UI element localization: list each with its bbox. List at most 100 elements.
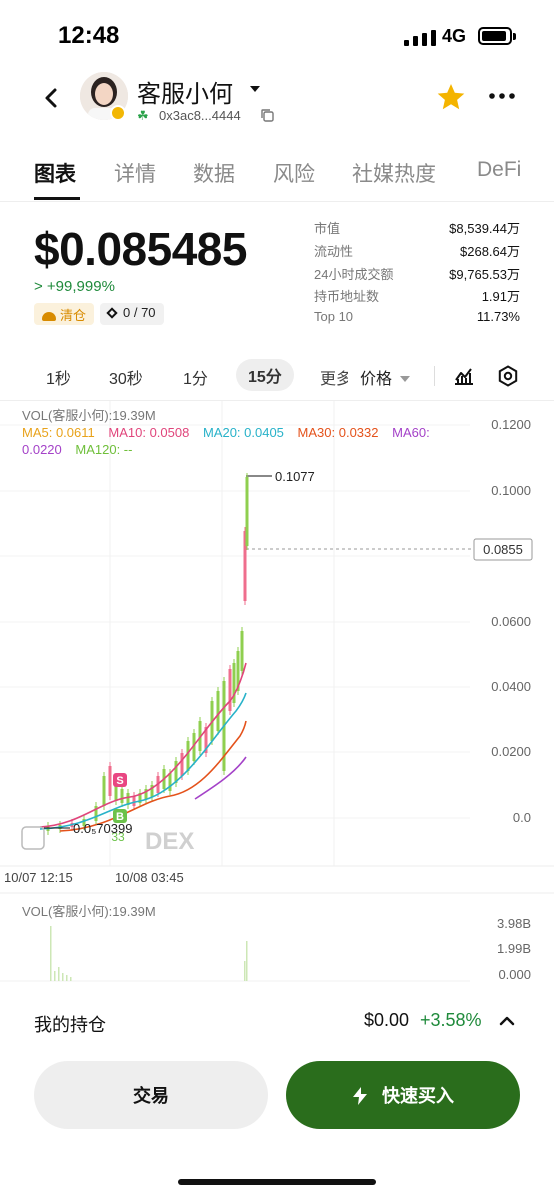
interval-1m[interactable]: 1分 (183, 365, 208, 389)
back-icon[interactable] (38, 84, 66, 112)
candle-body (168, 773, 172, 791)
quick-buy-button[interactable]: 快速买入 (286, 1061, 520, 1129)
stat-holders: 持币地址数 1.91万 (314, 286, 520, 309)
indicator-icon[interactable] (452, 364, 476, 388)
ma10-value: MA10: 0.0508 (108, 425, 190, 440)
candle-body (180, 753, 184, 776)
current-price: $0.085485 (34, 223, 247, 275)
price-type-label: 价格 (360, 371, 393, 388)
candle-body (108, 766, 112, 796)
ma5-value: MA5: 0.0611 (22, 425, 95, 440)
network-type: 4G (442, 26, 467, 46)
active-tab-indicator (34, 197, 80, 200)
chart-settings-icon[interactable] (496, 364, 520, 388)
stat-label: 持币地址数 (314, 289, 380, 305)
stat-value: $8,539.44万 (449, 221, 520, 236)
holder-count-label: 0 / 70 (123, 305, 156, 320)
sell-marker-label: S (116, 775, 123, 787)
volume-axis-label: 0.000 (498, 967, 531, 982)
volume-bar (70, 977, 72, 981)
holdings-change: +3.58% (420, 1010, 482, 1030)
ma120-value: MA120: -- (75, 442, 133, 457)
interval-1s[interactable]: 1秒 (46, 365, 71, 389)
ma-legend: VOL(客服小何):19.39M MA5: 0.0611 MA10: 0.050… (22, 407, 462, 458)
low-price-label: 0.0₅70399 (73, 821, 132, 836)
volume-bar (54, 971, 56, 981)
status-bar: 12:48 4G (0, 0, 554, 74)
stat-liquidity: 流动性 $268.64万 (314, 241, 520, 264)
section-tabs: 图表 详情 数据 风险 社媒热度 DeFi (0, 150, 554, 202)
favorite-star-icon[interactable] (436, 82, 466, 112)
tab-defi[interactable]: DeFi (477, 158, 521, 182)
ma-values: MA5: 0.0611 MA10: 0.0508 MA20: 0.0405 MA… (22, 424, 462, 458)
ma30-line (59, 720, 247, 832)
my-holdings[interactable]: 我的持仓 $0.00 +3.58% (0, 996, 554, 1052)
fullscreen-icon (21, 826, 45, 850)
price-type-select[interactable]: 价格 (360, 365, 411, 389)
price-chart[interactable]: 0.1200 0.1000 0.0600 0.0400 0.0200 0.0 0.0855 0… (0, 400, 554, 990)
token-header: 客服小何 ☘ 0x3ac8...4444 (0, 70, 554, 130)
price-change: > +99,999% (34, 278, 115, 295)
y-axis-label: 0.0600 (491, 614, 531, 629)
volume-axis-label: 1.99B (497, 941, 531, 956)
copy-icon[interactable] (260, 108, 274, 122)
diamond-icon (106, 307, 118, 319)
candle-body (228, 669, 232, 711)
tab-chart[interactable]: 图表 (34, 158, 76, 188)
holdings-label: 我的持仓 (34, 1015, 106, 1035)
quick-buy-label: 快速买入 (382, 1086, 454, 1106)
clear-position-badge[interactable]: 清仓 (34, 303, 95, 325)
y-axis-label: 0.0400 (491, 679, 531, 694)
stat-value: $268.64万 (460, 243, 520, 259)
interval-more[interactable]: 更多 (320, 365, 348, 389)
watermark: DEX (145, 828, 194, 855)
verified-badge-icon (110, 105, 126, 121)
stat-market-cap: 市值 $8,539.44万 (314, 218, 520, 241)
ma60-line (194, 756, 247, 800)
ma20-line (39, 692, 247, 830)
token-switch-caret-icon[interactable] (250, 86, 260, 92)
candle-body (216, 691, 220, 731)
holder-count-badge[interactable]: 0 / 70 (100, 303, 164, 325)
holdings-value: $0.00 (364, 1010, 410, 1030)
volume-bar (246, 941, 248, 981)
stat-value: 1.91万 (481, 289, 520, 305)
token-address[interactable]: 0x3ac8...4444 (159, 108, 241, 123)
volume-axis-label: 3.98B (497, 916, 531, 931)
volume-panel-title: VOL(客服小何):19.39M (22, 904, 156, 919)
candle-body (102, 776, 106, 806)
more-options-icon[interactable] (488, 92, 516, 100)
candle-body (240, 631, 244, 671)
y-axis-label: 0.0200 (491, 744, 531, 759)
interval-30s[interactable]: 30秒 (109, 365, 143, 389)
interval-15m[interactable]: 15分 (236, 359, 294, 391)
stat-label: 24小时成交额 (314, 266, 394, 282)
y-axis-label: 0.1000 (491, 483, 531, 498)
clear-position-label: 清仓 (60, 308, 87, 323)
stat-24h-volume: 24小时成交额 $9,765.53万 (314, 264, 520, 287)
tab-social[interactable]: 社媒热度 (352, 158, 436, 188)
tab-details[interactable]: 详情 (114, 158, 156, 188)
high-price-label: 0.1077 (275, 469, 315, 484)
tab-risk[interactable]: 风险 (273, 158, 315, 188)
stat-value: $9,765.53万 (449, 266, 520, 282)
chevron-up-icon[interactable] (498, 1014, 516, 1028)
tab-data[interactable]: 数据 (193, 158, 235, 188)
divider (434, 366, 435, 386)
vol-legend: VOL(客服小何):19.39M (22, 408, 156, 423)
volume-bar (58, 967, 60, 981)
home-indicator (178, 1179, 376, 1185)
ma30-value: MA30: 0.0332 (297, 425, 379, 440)
volume-bar (50, 926, 52, 981)
token-name[interactable]: 客服小何 (137, 74, 233, 109)
volume-bar (244, 961, 246, 981)
candle-body (186, 741, 190, 771)
trade-button[interactable]: 交易 (34, 1061, 268, 1129)
candle-body (120, 789, 124, 803)
candle-body (132, 796, 136, 806)
volume-bar (62, 973, 64, 981)
hat-icon (42, 312, 56, 321)
x-axis-label: 10/07 12:15 (4, 870, 73, 885)
ma10-line (39, 662, 247, 828)
current-price-tag: 0.0855 (483, 542, 523, 557)
